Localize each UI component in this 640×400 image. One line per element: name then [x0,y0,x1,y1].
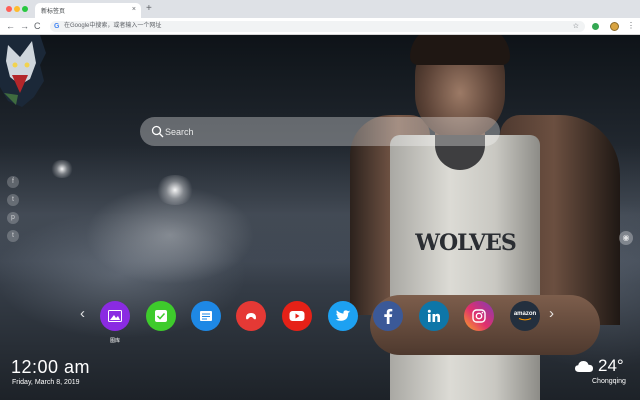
dock-next-button[interactable]: › [549,305,554,323]
dock-prev-button[interactable]: ‹ [80,305,85,323]
facebook-f-icon [384,308,393,324]
instagram-icon [472,309,486,323]
search-input[interactable] [165,121,485,142]
clock-date: Friday, March 8, 2019 [12,379,80,386]
reload-button[interactable]: C [34,20,41,32]
tab-close-icon[interactable]: × [132,5,136,15]
new-tab-page: WOLVES f t p t ◉ ‹ › 图库 [0,35,640,400]
browser-menu-icon[interactable]: ⋮ [627,20,635,32]
tasks-app-button[interactable] [146,301,176,331]
background-light [50,160,74,178]
gamepad-icon [246,313,256,320]
user-icon[interactable]: ◉ [619,231,633,245]
jersey-text: WOLVES [415,230,516,256]
cloud-icon [575,361,593,372]
clock-time: 12:00 am [11,357,91,377]
browser-toolbar: ← → C G 在Google中搜索，或者输入一个网址 ☆ ⋮ [0,18,640,35]
tumblr-icon[interactable]: t [7,230,19,242]
search-bar[interactable] [140,117,500,146]
twitter-app-button[interactable] [328,301,358,331]
address-bar-placeholder: 在Google中搜索，或者输入一个网址 [64,23,162,29]
google-icon: G [54,23,60,30]
timberwolves-logo-icon [0,35,46,107]
bookmark-star-icon[interactable]: ☆ [573,21,579,32]
tab-strip: 新标签页 × + [0,0,640,18]
player-photo: WOLVES [340,35,640,400]
profile-avatar[interactable] [610,22,619,31]
pinterest-icon[interactable]: p [7,212,19,224]
checklist-icon [155,310,167,322]
amazon-logo-text: amazon [513,311,537,317]
tab-new-tab[interactable]: 新标签页 × [35,3,141,18]
instagram-app-button[interactable] [464,301,494,331]
facebook-app-button[interactable] [373,301,403,331]
notes-app-button[interactable] [191,301,221,331]
youtube-icon [289,311,305,321]
weather-city: Chongqing [592,378,626,385]
weather-temperature: 24° [598,356,624,375]
facebook-icon[interactable]: f [7,176,19,188]
linkedin-app-button[interactable] [419,301,449,331]
minimize-window-button[interactable] [14,6,20,12]
back-button[interactable]: ← [6,20,15,32]
forward-button[interactable]: → [20,20,29,32]
gallery-app-button[interactable] [100,301,130,331]
youtube-app-button[interactable] [282,301,312,331]
gallery-app-label: 图库 [109,338,120,344]
address-bar[interactable]: G 在Google中搜索，或者输入一个网址 ☆ [50,21,585,32]
search-icon[interactable] [151,125,164,138]
twitter-bird-icon [335,309,351,321]
amazon-app-button[interactable]: amazon [510,301,540,331]
new-tab-button[interactable]: + [146,3,152,15]
gallery-icon [108,310,122,322]
maximize-window-button[interactable] [22,6,28,12]
extension-icon[interactable] [592,23,599,30]
tab-title: 新标签页 [41,9,66,15]
player-jersey [390,135,540,400]
background-light [155,175,195,205]
twitter-icon[interactable]: t [7,194,19,206]
close-window-button[interactable] [6,6,12,12]
amazon-smile-icon [518,318,532,321]
games-app-button[interactable] [236,301,266,331]
linkedin-icon [427,309,440,322]
notes-icon [200,311,212,321]
